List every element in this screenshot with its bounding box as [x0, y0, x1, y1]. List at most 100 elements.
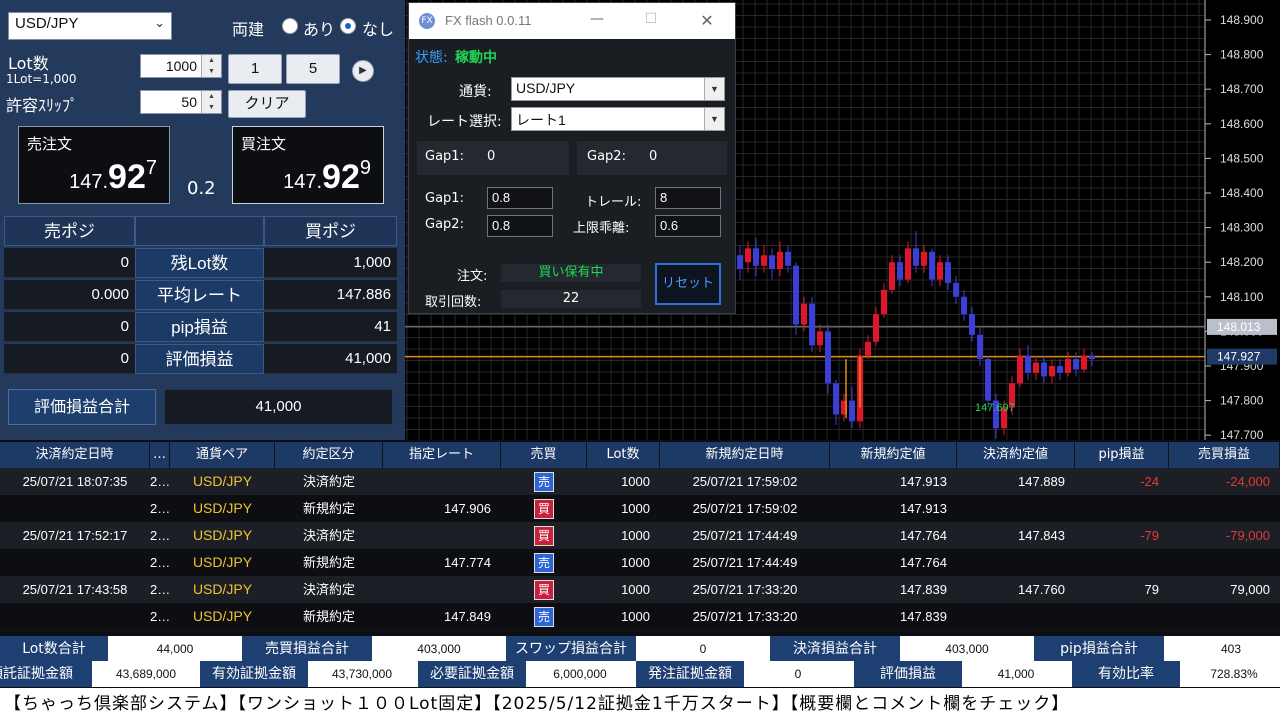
table-row[interactable]: 2… USD/JPY 新規約定 147.774 売 1000 25/07/21 17:44:… [0, 549, 1280, 576]
dropdown-arrow-icon[interactable]: ▼ [704, 108, 724, 130]
history-header-cell[interactable]: 売買損益 [1169, 442, 1280, 468]
summary-label: スワップ損益合計 [506, 636, 636, 662]
bullish-candle [873, 314, 879, 342]
history-cell-pair: USD/JPY [192, 581, 253, 597]
fx-window-titlebar[interactable]: FX FX flash 0.0.11 — ☐ ✕ [409, 3, 735, 39]
history-cell-open-price: 147.839 [900, 582, 947, 597]
pair-select-value: USD/JPY [15, 15, 79, 32]
price-tick-label: 148.900 [1220, 13, 1264, 27]
history-cell-pip [1075, 549, 1169, 576]
buy-order-button[interactable]: 買注文 147.929 [232, 126, 384, 204]
pair-select[interactable]: USD/JPY ⌄ [8, 12, 172, 40]
history-header-cell[interactable]: Lot数 [587, 442, 660, 468]
summary-label: 決済損益合計 [770, 636, 900, 662]
history-cell-kind: 決済約定 [302, 582, 355, 597]
summary-value: 403,000 [372, 636, 506, 662]
play-icon[interactable]: ▶ [352, 60, 374, 82]
hedge-yes-radio[interactable] [282, 18, 298, 34]
table-row[interactable]: 25/07/21 17:52:17 2… USD/JPY 決済約定 買 1000 25/07… [0, 522, 1280, 549]
history-cell-close-price: 147.760 [1018, 582, 1065, 597]
trading-app: USD/JPY ⌄ 両建 あり なし Lot数 1Lot=1,000 1000 … [0, 0, 1280, 720]
reference-price-text: 148.013 [1217, 320, 1261, 334]
dropdown-arrow-icon[interactable]: ▼ [704, 78, 724, 100]
hedge-no-radio[interactable] [340, 18, 356, 34]
history-cell-pl [1169, 495, 1280, 522]
history-cell-pip: 79 [1144, 582, 1159, 597]
stepper-arrows-icon[interactable]: ▲ ▼ [201, 91, 221, 113]
position-header-blank [135, 216, 264, 246]
sell-badge: 売 [534, 472, 554, 492]
history-header-cell[interactable]: 約定区分 [275, 442, 383, 468]
reset-button-label: リセット [661, 276, 714, 291]
maximize-icon[interactable]: ☐ [639, 11, 663, 27]
price-tick-label: 147.700 [1220, 428, 1264, 440]
history-cell-close-time: 25/07/21 17:43:58 [22, 582, 128, 597]
sell-badge: 売 [534, 553, 554, 573]
history-cell-open-time: 25/07/21 17:59:02 [692, 501, 798, 516]
reset-button[interactable]: リセット [655, 263, 721, 305]
table-row[interactable]: 25/07/21 18:07:35 2… USD/JPY 決済約定 売 1000 25/07… [0, 468, 1280, 495]
clear-button[interactable]: クリア [228, 90, 306, 118]
limit-label: 上限乖離: [573, 221, 630, 236]
history-cell-id: 2… [150, 609, 170, 624]
bullish-candle [1065, 359, 1071, 373]
minimize-icon[interactable]: — [585, 11, 609, 27]
sell-order-button[interactable]: 売注文 147.927 [18, 126, 170, 204]
history-cell-close-price [957, 603, 1075, 630]
hedge-no-label[interactable]: なし [362, 16, 394, 40]
status-value: 稼動中 [455, 50, 497, 66]
bullish-candle [745, 248, 751, 263]
history-header-cell[interactable]: 新規約定日時 [660, 442, 830, 468]
currency-select[interactable]: USD/JPY ▼ [511, 77, 725, 101]
history-cell-lot: 1000 [621, 501, 650, 516]
history-header-cell[interactable]: 決済約定値 [957, 442, 1075, 468]
summary-label: 売買損益合計 [242, 636, 372, 662]
table-row[interactable]: 25/07/21 17:43:58 2… USD/JPY 決済約定 買 1000 25/07… [0, 576, 1280, 603]
lot-5-button[interactable]: 5 [286, 54, 340, 84]
lot-1-button[interactable]: 1 [228, 54, 282, 84]
history-cell-open-time: 25/07/21 17:59:02 [692, 474, 798, 489]
table-row[interactable]: 2… USD/JPY 新規約定 147.906 買 1000 25/07/21 17:59:… [0, 495, 1280, 522]
lot-stepper[interactable]: 1000 ▲ ▼ [140, 54, 222, 78]
bullish-candle [1017, 355, 1023, 384]
table-row[interactable]: 2… USD/JPY 新規約定 147.849 売 1000 25/07/21 17:33:… [0, 603, 1280, 630]
position-row-label: 平均レート [135, 280, 264, 310]
limit-input[interactable]: 0.6 [655, 215, 721, 237]
summary-label: 評価損益 [854, 661, 962, 687]
bearish-candle [769, 255, 775, 270]
gap2-input[interactable]: 0.8 [487, 215, 553, 237]
buy-position-value: 41,000 [264, 344, 397, 374]
gap1-input[interactable]: 0.8 [487, 187, 553, 209]
trail-input[interactable]: 8 [655, 187, 721, 209]
history-header-cell[interactable]: pip損益 [1075, 442, 1169, 468]
history-header-cell[interactable]: 売買 [501, 442, 587, 468]
history-cell-pair: USD/JPY [192, 554, 253, 570]
rate-select-label: レート選択: [427, 114, 502, 130]
history-header-cell[interactable]: 指定レート [383, 442, 501, 468]
rate-select[interactable]: レート1 ▼ [511, 107, 725, 131]
history-header-cell[interactable]: 決済約定日時 [0, 442, 150, 468]
buy-position-value: 147.886 [264, 280, 397, 310]
history-header-cell[interactable]: … [150, 442, 170, 468]
stepper-arrows-icon[interactable]: ▲ ▼ [201, 55, 221, 77]
history-header-cell[interactable]: 新規約定値 [830, 442, 957, 468]
history-header-cell[interactable]: 通貨ペア [170, 442, 275, 468]
bearish-candle [985, 359, 991, 401]
history-cell-open-time: 25/07/21 17:44:49 [692, 528, 798, 543]
bullish-candle [777, 251, 783, 270]
hedge-yes-label[interactable]: あり [303, 16, 335, 40]
summary-row-1: Lot数合計 44,000 売買損益合計 403,000 スワップ損益合計 0 決済損益合計… [0, 636, 1280, 662]
history-cell-rate [383, 576, 501, 603]
ticker-banner: 【ちゃっち倶楽部システム】【ワンショット１００Lot固定】【2025/5/12証… [0, 688, 1280, 720]
currency-select-value: USD/JPY [516, 80, 576, 96]
slip-stepper[interactable]: 50 ▲ ▼ [140, 90, 222, 114]
history-cell-rate [383, 522, 501, 549]
history-cell-open-time: 25/07/21 17:33:20 [692, 582, 798, 597]
bearish-candle [825, 331, 831, 384]
bullish-candle [1033, 362, 1039, 373]
history-cell-rate [383, 468, 501, 495]
bullish-candle [1049, 366, 1055, 377]
price-tick-label: 147.800 [1220, 394, 1264, 408]
close-icon[interactable]: ✕ [695, 11, 719, 30]
history-cell-close-time [0, 495, 150, 522]
